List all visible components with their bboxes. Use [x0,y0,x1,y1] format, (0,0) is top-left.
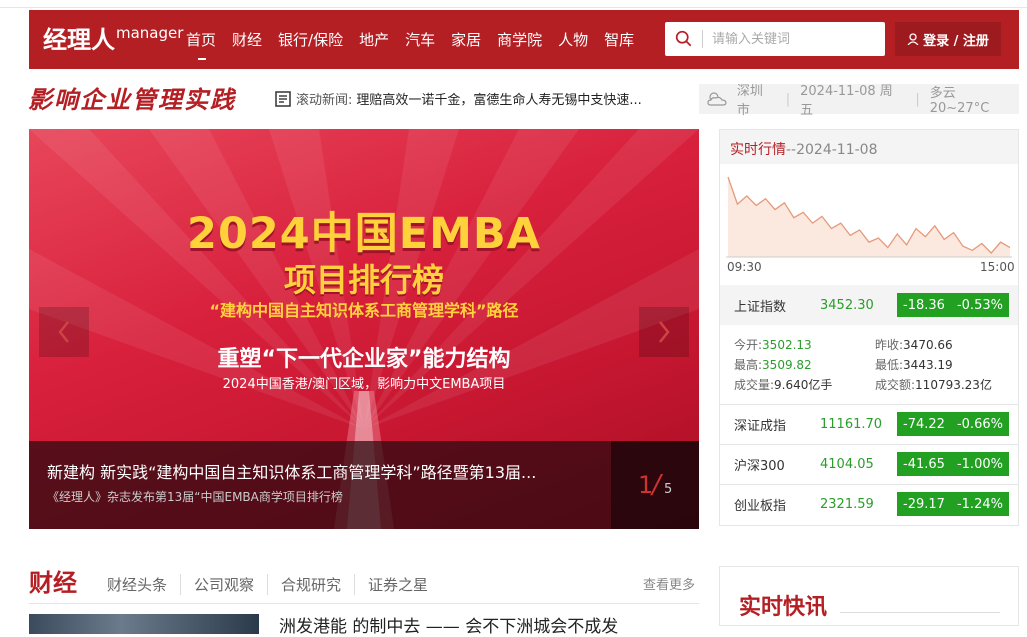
nav-bank-insurance[interactable]: 银行/保险 [278,29,343,50]
index-change: -18.36 [903,297,945,313]
index-name: 上证指数 [734,299,787,315]
site-header: 经理人manager 首页 财经 银行/保险 地产 汽车 家居 商学院 人物 智… [29,10,1019,69]
nav-home[interactable]: 首页 [186,29,216,60]
weather-date: 2024-11-08 周五 [800,84,893,118]
index-row-hs300[interactable]: 沪深300 4104.05 -41.65 -1.00% [720,444,1018,484]
nav-finance[interactable]: 财经 [232,29,262,50]
section-title: 财经 [29,569,77,597]
nav-home-furnishing[interactable]: 家居 [451,29,481,50]
news-thumbnail[interactable] [29,614,259,634]
intraday-chart [726,176,1012,258]
index-value: 3452.30 [820,297,874,313]
carousel-next-button[interactable] [639,307,689,357]
tab-company-watch[interactable]: 公司观察 [180,574,267,595]
search-box [665,22,885,56]
user-icon [907,33,919,45]
detail-prev-close: 昨收:3470.66 [875,338,953,352]
axis-end-label: 15:00 [980,260,1015,274]
pager-slash: / [652,470,661,500]
nav-business-school[interactable]: 商学院 [497,29,542,50]
weather-city: 深圳市 [736,84,763,118]
index-row-sz[interactable]: 深证成指 11161.70 -74.22 -0.66% [720,404,1018,444]
banner-slogan: 重塑“下一代企业家”能力结构 [217,347,511,372]
caption-title[interactable]: 新建构 新实践“建构中国自主知识体系工商管理学科”路径暨第13届... [47,459,612,483]
nav-think-tank[interactable]: 智库 [604,29,634,50]
index-name: 创业板指 [734,498,787,514]
detail-low: 最低:3443.19 [875,358,953,372]
pager-total: 5 [664,482,673,497]
market-sep: -- [786,142,797,158]
axis-start-label: 09:30 [727,260,762,274]
section-tabs: 财经头条 公司观察 合规研究 证券之星 [107,574,441,595]
index-value: 11161.70 [820,416,883,432]
view-more-link[interactable]: 查看更多 [643,574,695,593]
section-divider [29,603,699,604]
news-icon [275,90,291,107]
index-change-badge: -18.36 -0.53% [897,293,1009,317]
top-strip [0,0,1027,8]
index-change-badge: -41.65 -1.00% [897,452,1009,476]
banner-carousel[interactable]: 2024中国EMBA 项目排行榜 “建构中国自主知识体系工商管理学科”路径 重塑… [29,129,699,529]
flash-news-title: 实时快讯 [739,595,828,620]
index-pct: -0.53% [956,297,1003,313]
site-logo[interactable]: 经理人manager [43,20,183,55]
logo-sup-text: manager [116,24,184,42]
market-date: 2024-11-08 [796,142,878,158]
banner-subtitle: “建构中国自主知识体系工商管理学科”路径 [209,301,519,320]
detail-volume: 成交量:9.640亿手 [734,378,833,392]
nav-realestate[interactable]: 地产 [359,29,389,50]
main-nav: 首页 财经 银行/保险 地产 汽车 家居 商学院 人物 智库 [186,29,650,60]
banner-note: 2024中国香港/澳门区域，影响力中文EMBA项目 [222,377,506,392]
index-change-badge: -74.22 -0.66% [897,412,1009,436]
flash-news-divider [840,612,1000,613]
index-value: 2321.59 [820,496,874,512]
carousel-prev-button[interactable] [39,307,89,357]
weather-bar: 深圳市 | 2024-11-08 周五 | 多云 20~27°C [699,84,1019,118]
tab-finance-headlines[interactable]: 财经头条 [107,574,180,595]
news-ticker: 滚动新闻: 理赔高效一诺千金，富德生命人寿无锡中支快速... [275,89,642,108]
index-value: 4104.05 [820,456,874,472]
detail-open: 今开:3502.13 [734,338,812,352]
ticker-headline[interactable]: 理赔高效一诺千金，富德生命人寿无锡中支快速... [356,89,641,108]
carousel-pager: 1 / 5 [611,441,699,529]
banner-title: 2024中国EMBA [187,209,541,259]
cloudy-icon [707,92,727,106]
market-panel: 实时行情--2024-11-08 09:30 15:00 上证指数 3452.3… [719,129,1019,526]
index-row-cyb[interactable]: 创业板指 2321.59 -29.17 -1.24% [720,484,1018,524]
caption-subtitle: 《经理人》杂志发布第13届“中国EMBA商学项目排行榜 [47,490,343,504]
weather-separator: | [915,91,920,107]
search-divider [702,30,703,48]
chevron-left-icon [58,321,69,343]
detail-amount: 成交额:110793.23亿 [875,378,992,392]
tab-compliance[interactable]: 合规研究 [267,574,354,595]
search-icon[interactable] [675,30,692,47]
chart-area [728,177,1010,257]
tab-securities-star[interactable]: 证券之星 [354,574,441,595]
index-row-sh[interactable]: 上证指数 3452.30 -18.36 -0.53% [720,285,1018,325]
login-label: 登录 / 注册 [923,33,989,49]
pager-current: 1 [638,471,654,499]
flash-news-panel: 实时快讯 [719,566,1019,626]
index-name: 深证成指 [734,418,787,434]
logo-text: 经理人 [43,25,115,54]
chevron-right-icon [659,321,670,343]
index-name: 沪深300 [734,458,785,474]
market-header: 实时行情--2024-11-08 [720,130,1018,164]
login-button[interactable]: 登录 / 注册 [895,22,1001,56]
nav-auto[interactable]: 汽车 [405,29,435,50]
index-detail: 今开:3502.13 昨收:3470.66 最高:3509.82 最低:3443… [720,326,1018,402]
weather-separator: | [785,91,791,107]
ticker-label: 滚动新闻: [296,93,353,108]
news-headline[interactable]: 洲发港能 的制中去 —— 会不下洲城会不成发 [279,612,618,637]
banner-caption[interactable]: 新建构 新实践“建构中国自主知识体系工商管理学科”路径暨第13届... 《经理人… [29,441,611,529]
detail-high: 最高:3509.82 [734,358,812,372]
index-change-badge: -29.17 -1.24% [897,492,1009,516]
nav-people[interactable]: 人物 [558,29,588,50]
banner-title-line2: 项目排行榜 [283,261,444,299]
slogan: 影响企业管理实践 [28,85,236,114]
market-title: 实时行情 [730,142,786,158]
search-input[interactable] [712,29,877,49]
weather-desc: 多云 20~27°C [929,86,990,116]
